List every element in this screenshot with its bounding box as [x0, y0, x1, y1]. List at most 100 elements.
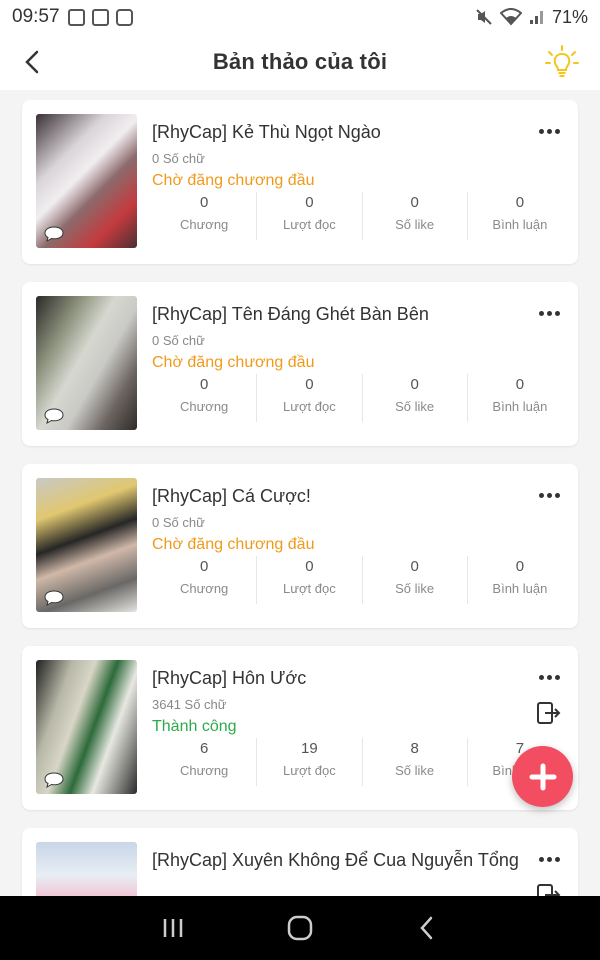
stat-likes: 0 Số like	[363, 374, 468, 422]
more-dots-icon	[546, 128, 552, 134]
story-cover	[36, 478, 137, 612]
story-stats: 0 Chương 0 Lượt đọc 0 Số like 0 Bình luận	[152, 374, 572, 422]
wifi-icon	[499, 8, 522, 26]
story-status: Chờ đăng chương đầu	[152, 536, 315, 553]
more-dots-icon	[546, 674, 552, 680]
stat-value: 6	[199, 740, 209, 757]
story-card[interactable]: [RhyCap] Cá Cược! 0 Số chữ Chờ đăng chươ…	[22, 464, 578, 628]
stat-label: Bình luận	[492, 399, 548, 414]
more-dots-icon	[546, 492, 552, 498]
mute-icon	[476, 9, 492, 25]
stat-label: Số like	[395, 217, 435, 232]
story-status: Chờ đăng chương đầu	[152, 172, 315, 189]
story-title[interactable]: [RhyCap] Kẻ Thù Ngọt Ngào	[152, 121, 522, 144]
back-arrow-icon	[25, 50, 39, 74]
story-cover	[36, 842, 137, 896]
nav-back-button[interactable]	[407, 908, 447, 948]
home-button[interactable]	[280, 908, 320, 948]
stat-label: Bình luận	[492, 217, 548, 232]
shopping-icon	[67, 8, 85, 26]
recent-apps-icon	[164, 919, 183, 937]
stat-likes: 8 Số like	[363, 738, 468, 786]
more-dots-icon	[554, 674, 560, 680]
comment-bubble-icon	[44, 590, 64, 606]
more-dots-icon	[554, 856, 560, 862]
more-dots-icon	[538, 492, 544, 498]
stat-likes: 0 Số like	[363, 556, 468, 604]
word-count: 0 Số chữ	[152, 333, 205, 348]
home-icon	[287, 915, 313, 941]
more-options-button[interactable]	[534, 118, 564, 144]
stat-value: 0	[410, 376, 419, 393]
stat-value: 0	[410, 558, 419, 575]
story-card[interactable]: [RhyCap] Kẻ Thù Ngọt Ngào 0 Số chữ Chờ đ…	[22, 100, 578, 264]
more-options-button[interactable]	[534, 300, 564, 326]
story-list[interactable]: [RhyCap] Kẻ Thù Ngọt Ngào 0 Số chữ Chờ đ…	[0, 90, 600, 896]
stat-value: 19	[301, 740, 318, 757]
stat-comments: 0 Bình luận	[468, 192, 572, 240]
story-card[interactable]: [RhyCap] Tên Đáng Ghét Bàn Bên 0 Số chữ …	[22, 282, 578, 446]
stat-value: 0	[199, 376, 209, 393]
story-title[interactable]: [RhyCap] Hôn Ước	[152, 667, 522, 690]
stat-value: 0	[305, 376, 314, 393]
stat-label: Lượt đọc	[283, 217, 336, 232]
more-options-button[interactable]	[534, 846, 564, 872]
publish-icon[interactable]	[536, 882, 562, 896]
stat-value: 0	[515, 194, 525, 211]
more-options-button[interactable]	[534, 664, 564, 690]
recent-apps-button[interactable]	[153, 908, 193, 948]
back-button[interactable]	[14, 44, 50, 80]
app-header: Bản thảo của tôi	[0, 34, 600, 90]
signal-icon	[529, 11, 543, 24]
stat-value: 0	[305, 194, 314, 211]
story-card[interactable]: [RhyCap] Hôn Ước 3641 Số chữ Thành công …	[22, 646, 578, 810]
stat-label: Chương	[179, 399, 229, 414]
gallery-icon	[91, 8, 109, 26]
stat-value: 0	[410, 194, 419, 211]
comment-bubble-icon	[44, 408, 64, 424]
more-dots-icon	[538, 856, 544, 862]
comment-bubble-icon	[44, 772, 64, 788]
story-title[interactable]: [RhyCap] Xuyên Không Để Cua Nguyễn Tổng	[152, 849, 522, 872]
story-stats: 0 Chương 0 Lượt đọc 0 Số like 0 Bình luận	[152, 192, 572, 240]
story-title[interactable]: [RhyCap] Tên Đáng Ghét Bàn Bên	[152, 303, 522, 326]
story-cover	[36, 660, 137, 794]
stat-label: Số like	[395, 763, 435, 778]
stat-label: Bình luận	[492, 581, 548, 596]
word-count: 3641 Số chữ	[152, 697, 227, 712]
stat-value: 0	[515, 558, 525, 575]
more-dots-icon	[538, 128, 544, 134]
page-title: Bản thảo của tôi	[212, 49, 388, 74]
more-dots-icon	[546, 856, 552, 862]
status-bar: 09:57 71%	[0, 0, 600, 34]
plus-icon	[529, 763, 556, 790]
stat-comments: 0 Bình luận	[468, 556, 572, 604]
more-dots-icon	[546, 310, 552, 316]
stat-chapters: 0 Chương	[152, 374, 258, 422]
publish-icon[interactable]	[536, 700, 562, 726]
story-stats: 0 Chương 0 Lượt đọc 0 Số like 0 Bình luận	[152, 556, 572, 604]
story-card[interactable]: [RhyCap] Xuyên Không Để Cua Nguyễn Tổng	[22, 828, 578, 896]
battery-level: 71%	[551, 6, 588, 27]
story-title[interactable]: [RhyCap] Cá Cược!	[152, 485, 522, 508]
system-nav-bar	[0, 896, 600, 960]
stat-value: 0	[199, 194, 209, 211]
more-dots-icon	[554, 310, 560, 316]
stat-reads: 0 Lượt đọc	[257, 556, 363, 604]
add-story-button[interactable]	[512, 746, 573, 807]
status-time: 09:57	[12, 6, 60, 27]
lightbulb-icon	[545, 45, 579, 77]
stat-likes: 0 Số like	[363, 192, 468, 240]
more-dots-icon	[554, 128, 560, 134]
stat-reads: 19 Lượt đọc	[257, 738, 363, 786]
more-options-button[interactable]	[534, 482, 564, 508]
stat-label: Lượt đọc	[283, 763, 336, 778]
story-stats: 6Chương 19Lượt đọc 8Số like 7Bình luận	[152, 738, 572, 786]
more-dots-icon	[554, 492, 560, 498]
stat-label: Chương	[179, 217, 229, 232]
stat-reads: 0 Lượt đọc	[257, 192, 363, 240]
tips-button[interactable]	[542, 42, 582, 82]
more-dots-icon	[538, 310, 544, 316]
stat-value: 8	[410, 740, 419, 757]
stat-label: Số like	[395, 399, 435, 414]
